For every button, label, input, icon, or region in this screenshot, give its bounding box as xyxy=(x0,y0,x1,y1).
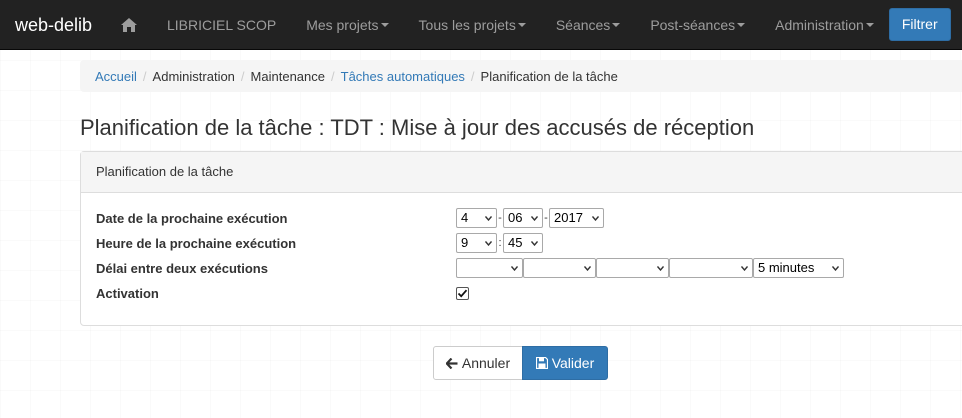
next-time-row: Heure de la prochaine exécution 9 : 45 xyxy=(96,232,543,254)
brand-logo[interactable]: web-delib xyxy=(0,0,108,50)
breadcrumb-separator: / xyxy=(240,68,245,84)
next-time-label: Heure de la prochaine exécution xyxy=(96,235,297,251)
interval-label: Délai entre deux exécutions xyxy=(96,260,268,276)
minute-select[interactable]: 45 xyxy=(503,233,543,253)
activation-label: Activation xyxy=(96,285,159,301)
chevron-down-icon xyxy=(657,266,664,271)
interval-select-minutes[interactable]: 5 minutes xyxy=(753,258,844,278)
nav-label: LIBRICIEL SCOP xyxy=(167,16,277,33)
schedule-panel: Planification de la tâche Date de la pro… xyxy=(80,151,962,326)
chevron-down-icon xyxy=(511,266,518,271)
chevron-down-icon xyxy=(584,266,591,271)
nav-label: Post-séances xyxy=(650,16,736,33)
caret-down-icon xyxy=(737,22,746,27)
nav-label: Tous les projets xyxy=(418,16,516,33)
breadcrumb-taches-automatiques[interactable]: Tâches automatiques xyxy=(341,69,465,84)
hour-value: 9 xyxy=(461,235,469,250)
nav-libriciel-scop[interactable]: LIBRICIEL SCOP xyxy=(152,0,291,50)
nav-administration[interactable]: Administration xyxy=(760,0,889,50)
chevron-down-icon xyxy=(485,216,492,221)
chevron-down-icon xyxy=(485,241,492,246)
nav-label: Mes projets xyxy=(306,16,379,33)
nav-tous-les-projets[interactable]: Tous les projets xyxy=(404,0,541,50)
breadcrumb-maintenance: Maintenance xyxy=(250,68,325,84)
next-time-controls: 9 : 45 xyxy=(456,233,543,253)
breadcrumb-separator: / xyxy=(470,68,475,84)
interval-select-4[interactable] xyxy=(669,258,753,278)
floppy-disk-icon xyxy=(535,357,548,369)
interval-select-1[interactable] xyxy=(456,258,523,278)
activation-checkbox[interactable] xyxy=(456,286,469,300)
day-value: 4 xyxy=(461,210,469,225)
arrow-left-icon xyxy=(445,357,458,369)
chevron-down-icon xyxy=(832,266,839,271)
interval-select-2[interactable] xyxy=(523,258,596,278)
next-date-controls: 4 - 06 - 2017 xyxy=(456,208,604,228)
nav-label: Administration xyxy=(775,16,864,33)
year-select[interactable]: 2017 xyxy=(549,208,604,228)
chevron-down-icon xyxy=(531,241,538,246)
next-date-row: Date de la prochaine exécution 4 - 06 - … xyxy=(96,207,604,229)
interval-value: 5 minutes xyxy=(758,260,815,275)
breadcrumb-current: Planification de la tâche xyxy=(480,68,618,84)
checkmark-icon xyxy=(457,289,468,298)
day-select[interactable]: 4 xyxy=(456,208,497,228)
nav-label: Séances xyxy=(555,16,611,33)
nav-mes-projets[interactable]: Mes projets xyxy=(291,0,403,50)
caret-down-icon xyxy=(380,22,389,27)
chevron-down-icon xyxy=(592,216,599,221)
month-value: 06 xyxy=(508,210,523,225)
cancel-label: Annuler xyxy=(461,355,511,371)
chevron-down-icon xyxy=(531,216,538,221)
breadcrumb-separator: / xyxy=(331,68,335,84)
filter-button[interactable]: Filtrer xyxy=(888,8,951,41)
cancel-button[interactable]: Annuler xyxy=(433,346,523,380)
caret-down-icon xyxy=(517,22,526,27)
interval-row: Délai entre deux exécutions 5 minutes xyxy=(96,257,844,279)
panel-heading: Planification de la tâche xyxy=(81,152,962,193)
caret-down-icon xyxy=(612,22,621,27)
interval-select-3[interactable] xyxy=(596,258,669,278)
interval-controls: 5 minutes xyxy=(456,258,844,278)
chevron-down-icon xyxy=(741,266,748,271)
hour-select[interactable]: 9 xyxy=(456,233,497,253)
breadcrumb-administration: Administration xyxy=(152,68,235,84)
breadcrumb-accueil[interactable]: Accueil xyxy=(95,69,137,84)
nav-post-seances[interactable]: Post-séances xyxy=(635,0,760,50)
page-title: Planification de la tâche : TDT : Mise à… xyxy=(80,115,755,140)
caret-down-icon xyxy=(865,22,874,27)
top-navbar: web-delib LIBRICIEL SCOP Mes projets Tou… xyxy=(0,0,962,50)
home-icon xyxy=(121,17,137,32)
nav-home[interactable] xyxy=(108,0,152,50)
breadcrumb: Accueil / Administration / Maintenance /… xyxy=(80,60,962,92)
nav-seances[interactable]: Séances xyxy=(541,0,635,50)
save-button[interactable]: Valider xyxy=(522,346,608,380)
breadcrumb-separator: / xyxy=(142,68,147,84)
activation-row: Activation xyxy=(96,282,469,304)
year-value: 2017 xyxy=(554,210,583,225)
next-date-label: Date de la prochaine exécution xyxy=(96,210,288,226)
minute-value: 45 xyxy=(508,235,523,250)
save-label: Valider xyxy=(551,355,595,371)
month-select[interactable]: 06 xyxy=(503,208,543,228)
